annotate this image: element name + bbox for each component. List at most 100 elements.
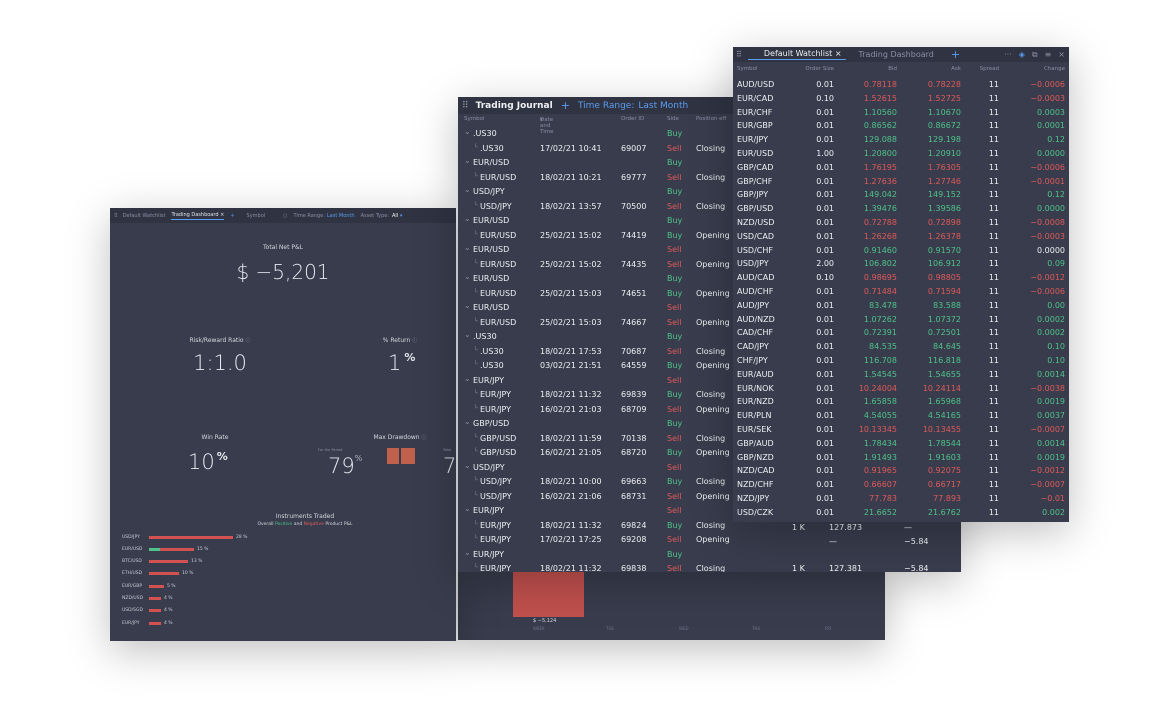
journal-row[interactable]: └ EUR/JPY 18/02/21 11:32 69838 Sell Closing 1 … (458, 562, 961, 572)
add-tab-icon[interactable]: + (230, 213, 234, 219)
col-order-size[interactable]: Order Size (805, 66, 834, 72)
expand-chevron-icon[interactable]: ⌄ (464, 301, 471, 310)
tab-trading-dashboard[interactable]: Trading Dashboard (859, 50, 934, 59)
row-ask: 0.71594 (927, 287, 961, 296)
expand-chevron-icon[interactable]: ⌄ (464, 156, 471, 165)
watchlist-row[interactable]: AUD/JPY 0.01 83.478 83.588 11 0.00 (733, 300, 1069, 312)
drag-handle-icon[interactable]: ⠿ (462, 101, 469, 111)
row-side: Sell (667, 317, 682, 327)
watchlist-row[interactable]: GBP/NZD 0.01 1.91493 1.91603 11 0.0019 (733, 452, 1069, 464)
watchlist-row[interactable]: NZD/USD 0.01 0.72788 0.72898 11 −0.0008 (733, 217, 1069, 229)
popout-icon[interactable]: ⧉ (1032, 50, 1038, 60)
tab-trading-dashboard[interactable]: Trading Dashboard × (171, 212, 225, 220)
risk-reward-label: Risk/Reward Ratio ⓘ (170, 337, 270, 344)
time-range-select[interactable]: Last Month (327, 213, 355, 219)
watchlist-row[interactable]: EUR/GBP 0.01 0.86562 0.86672 11 0.0001 (733, 120, 1069, 132)
expand-chevron-icon[interactable]: ⌄ (464, 417, 471, 426)
tab-default-watchlist[interactable]: Default Watchlist (123, 213, 166, 219)
menu-icon[interactable]: ≡ (1045, 50, 1052, 59)
expand-chevron-icon[interactable]: ⌄ (464, 504, 471, 513)
watchlist-row[interactable]: EUR/SEK 0.01 10.13345 10.13455 11 −0.0007 (733, 424, 1069, 436)
expand-chevron-icon[interactable]: ⌄ (464, 127, 471, 136)
row-bid: 10.24004 (858, 383, 897, 393)
watchlist-row[interactable]: EUR/USD 1.00 1.20800 1.20910 11 0.0000 (733, 148, 1069, 160)
watchlist-row[interactable]: CHF/JPY 0.01 116.708 116.818 11 0.10 (733, 355, 1069, 367)
watchlist-row[interactable]: EUR/NZD 0.01 1.65858 1.65968 11 0.0019 (733, 396, 1069, 408)
col-change[interactable]: Change (1044, 66, 1065, 72)
axis-tick-label: WED (679, 626, 689, 631)
tree-branch-icon: └ (474, 317, 478, 325)
watchlist-row[interactable]: GBP/JPY 0.01 149.042 149.152 11 0.12 (733, 189, 1069, 201)
watchlist-row[interactable]: CAD/JPY 0.01 84.535 84.645 11 0.10 (733, 341, 1069, 353)
watchlist-row[interactable]: EUR/JPY 0.01 129.088 129.198 11 0.12 (733, 134, 1069, 146)
tab-default-watchlist[interactable]: Default Watchlist × (747, 49, 846, 60)
watchlist-row[interactable]: NZD/CAD 0.01 0.91965 0.92075 11 −0.0012 (733, 465, 1069, 477)
expand-chevron-icon[interactable]: ⌄ (464, 330, 471, 339)
watchlist-window: ⠿ Default Watchlist × Trading Dashboard … (733, 47, 1069, 522)
row-symbol: CAD/CHF (737, 328, 774, 338)
drag-handle-icon[interactable]: ⠿ (736, 50, 742, 59)
add-tab-icon[interactable]: + (951, 48, 960, 61)
row-spread: 11 (988, 287, 999, 296)
watchlist-row[interactable]: EUR/CHF 0.01 1.10560 1.10670 11 0.0003 (733, 107, 1069, 119)
search-icon[interactable]: ○ (283, 213, 287, 219)
col-ask[interactable]: Ask (951, 66, 961, 72)
watchlist-column-headers: Symbol Order Size Bid Ask Spread Change (733, 63, 1069, 74)
link-icon[interactable]: ◈ (1019, 50, 1025, 59)
watchlist-row[interactable]: USD/CAD 0.01 1.26268 1.26378 11 −0.0003 (733, 231, 1069, 243)
time-range-select[interactable]: Last Month (638, 101, 688, 111)
expand-chevron-icon[interactable]: ⌄ (464, 185, 471, 194)
watchlist-row[interactable]: AUD/CAD 0.10 0.98695 0.98805 11 −0.0012 (733, 272, 1069, 284)
col-symbol[interactable]: Symbol (737, 66, 758, 72)
close-icon[interactable]: × (220, 212, 224, 218)
col-symbol[interactable]: Symbol (464, 116, 485, 122)
col-order-id[interactable]: Order ID (621, 116, 644, 122)
info-icon[interactable]: ⓘ (422, 435, 427, 441)
row-order-size: 0.01 (816, 107, 834, 117)
watchlist-row[interactable]: CAD/CHF 0.01 0.72391 0.72501 11 0.0002 (733, 327, 1069, 339)
instrument-percent: 28 % (236, 534, 248, 540)
row-order-id: 69663 (621, 477, 647, 486)
more-icon[interactable]: ··· (1004, 50, 1012, 59)
row-ask: 149.152 (927, 190, 961, 200)
watchlist-row[interactable]: NZD/CHF 0.01 0.66607 0.66717 11 −0.0007 (733, 479, 1069, 491)
drag-handle-icon[interactable]: ⠿ (114, 213, 118, 219)
symbol-input[interactable]: Symbol (247, 213, 266, 219)
expand-chevron-icon[interactable]: ⌄ (464, 214, 471, 223)
col-spread[interactable]: Spread (980, 66, 999, 72)
watchlist-row[interactable]: USD/CZK 0.01 21.6652 21.6762 11 0.002 (733, 507, 1069, 519)
col-position-effect[interactable]: Position eff (696, 116, 726, 122)
close-window-icon[interactable]: × (1058, 50, 1065, 59)
watchlist-row[interactable]: NZD/JPY 0.01 77.783 77.893 11 −0.01 (733, 493, 1069, 505)
close-icon[interactable]: × (835, 49, 842, 58)
watchlist-row[interactable]: GBP/USD 0.01 1.39476 1.39586 11 0.0000 (733, 203, 1069, 215)
col-bid[interactable]: Bid (888, 66, 897, 72)
info-icon[interactable]: ⓘ (412, 338, 417, 344)
expand-chevron-icon[interactable]: ⌄ (464, 272, 471, 281)
watchlist-row[interactable]: EUR/NOK 0.01 10.24004 10.24114 11 −0.0038 (733, 383, 1069, 395)
watchlist-row[interactable]: AUD/NZD 0.01 1.07262 1.07372 11 0.0002 (733, 314, 1069, 326)
watchlist-row[interactable]: GBP/CAD 0.01 1.76195 1.76305 11 −0.0006 (733, 162, 1069, 174)
add-icon[interactable]: + (561, 99, 570, 112)
journal-group-row[interactable]: ⌄ EUR/JPY Buy (458, 548, 961, 562)
win-rate-unit: % (216, 450, 228, 463)
watchlist-row[interactable]: AUD/CHF 0.01 0.71484 0.71594 11 −0.0006 (733, 286, 1069, 298)
watchlist-row[interactable]: GBP/AUD 0.01 1.78434 1.78544 11 0.0014 (733, 438, 1069, 450)
row-datetime: 18/02/21 17:53 (540, 346, 602, 356)
expand-chevron-icon[interactable]: ⌄ (464, 243, 471, 252)
col-side[interactable]: Side (667, 116, 679, 122)
row-datetime: 18/02/21 11:32 (540, 564, 602, 572)
watchlist-row[interactable]: USD/JPY 2.00 106.802 106.912 11 0.09 (733, 258, 1069, 270)
row-spread: 11 (988, 480, 999, 490)
expand-chevron-icon[interactable]: ⌄ (464, 374, 471, 383)
asset-type-select[interactable]: All ▾ (392, 213, 402, 219)
watchlist-row[interactable]: GBP/CHF 0.01 1.27636 1.27746 11 −0.0001 (733, 176, 1069, 188)
row-spread: 11 (988, 93, 999, 103)
watchlist-row[interactable]: AUD/USD 0.01 0.78118 0.78228 11 −0.0006 (733, 79, 1069, 91)
watchlist-row[interactable]: USD/CHF 0.01 0.91460 0.91570 11 0.0000 (733, 245, 1069, 257)
watchlist-row[interactable]: EUR/CAD 0.10 1.52615 1.52725 11 −0.0003 (733, 93, 1069, 105)
expand-chevron-icon[interactable]: ⌄ (464, 461, 471, 470)
watchlist-row[interactable]: EUR/AUD 0.01 1.54545 1.54655 11 0.0014 (733, 369, 1069, 381)
info-icon[interactable]: ⓘ (246, 338, 251, 344)
watchlist-row[interactable]: EUR/PLN 0.01 4.54055 4.54165 11 0.0037 (733, 410, 1069, 422)
